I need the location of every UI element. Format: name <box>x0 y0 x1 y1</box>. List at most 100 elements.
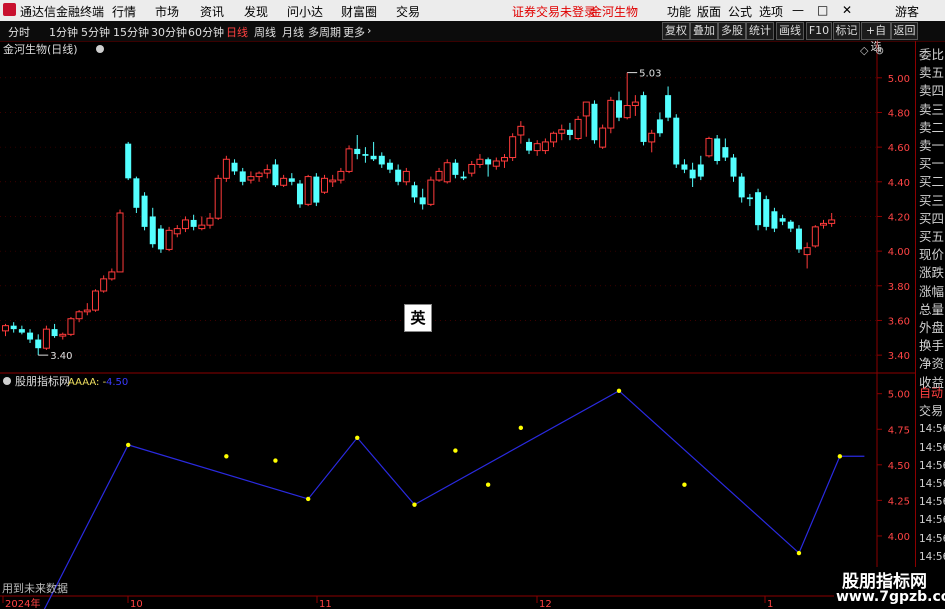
menu-item-discover[interactable]: 发现 <box>244 3 268 20</box>
indicator-vertex-point[interactable] <box>796 550 802 556</box>
candle-body[interactable] <box>141 195 148 227</box>
settings-icon[interactable]: ◇ <box>860 44 869 57</box>
candle-body[interactable] <box>828 219 836 224</box>
candle-body[interactable] <box>362 154 369 156</box>
candle-body[interactable] <box>133 178 140 208</box>
candle-body[interactable] <box>443 162 451 183</box>
add-watchlist-button[interactable]: +自选 <box>861 22 891 53</box>
candle-body[interactable] <box>337 170 345 181</box>
candle-body[interactable] <box>755 192 762 226</box>
period-weekly[interactable]: 周线 <box>254 24 276 40</box>
period-monthly[interactable]: 月线 <box>282 24 304 40</box>
candle-body[interactable] <box>500 157 508 162</box>
indicator-vertex-point[interactable] <box>305 496 311 502</box>
indicator-dot[interactable] <box>518 425 524 431</box>
candle-body[interactable] <box>460 176 467 179</box>
trade-tab-label[interactable]: 自动 <box>919 384 945 402</box>
candle-body[interactable] <box>181 219 189 230</box>
candle-body[interactable] <box>10 325 17 330</box>
candle-body[interactable] <box>730 157 737 177</box>
candle-body[interactable] <box>533 143 541 152</box>
kline-chart[interactable]: 5.00 4.80 4.60 4.40 4.20 4.00 3.80 3.60 3.40 5.0… <box>0 41 915 609</box>
candle-body[interactable] <box>787 221 794 229</box>
candle-body[interactable] <box>378 155 385 165</box>
candle-body[interactable] <box>665 95 672 118</box>
candle-body[interactable] <box>91 290 99 311</box>
login-notice[interactable]: 证券交易未登录 <box>512 3 596 20</box>
candle-body[interactable] <box>27 332 34 340</box>
candle-body[interactable] <box>75 311 83 320</box>
candle-body[interactable] <box>272 164 279 186</box>
multi-stock-button[interactable]: 多股 <box>718 22 746 40</box>
indicator-dot[interactable] <box>224 454 229 459</box>
menu-item-wealth[interactable]: 财富圈 <box>341 3 377 20</box>
menu-item-function[interactable]: 功能 <box>667 3 691 20</box>
candle-body[interactable] <box>738 176 745 198</box>
candle-body[interactable] <box>321 177 329 193</box>
period-30min[interactable]: 30分钟 <box>151 24 187 40</box>
candle-body[interactable] <box>681 164 688 170</box>
candle-body[interactable] <box>697 164 704 177</box>
candle-body[interactable] <box>296 183 303 205</box>
candle-body[interactable] <box>108 271 116 280</box>
candle-body[interactable] <box>689 169 696 179</box>
indicator-dot[interactable] <box>485 482 491 487</box>
menu-item-trade[interactable]: 交易 <box>396 3 420 20</box>
maximize-button[interactable]: □ <box>817 3 828 17</box>
candle-body[interactable] <box>435 170 443 181</box>
candle-body[interactable] <box>83 309 91 313</box>
candle-body[interactable] <box>247 176 255 181</box>
candle-body[interactable] <box>623 105 631 119</box>
candle-body[interactable] <box>67 318 75 335</box>
candle-body[interactable] <box>550 132 558 143</box>
period-5min[interactable]: 5分钟 <box>81 24 110 40</box>
menu-item-ask[interactable]: 问小达 <box>287 3 323 20</box>
period-daily[interactable]: 日线 <box>226 24 248 40</box>
candle-body[interactable] <box>100 278 108 292</box>
candle-body[interactable] <box>222 158 230 179</box>
candle-body[interactable] <box>59 333 67 337</box>
candle-body[interactable] <box>705 137 713 157</box>
candle-body[interactable] <box>607 99 615 129</box>
restore-rights-button[interactable]: 复权 <box>662 22 690 40</box>
candle-body[interactable] <box>288 178 295 182</box>
candle-body[interactable] <box>173 228 181 235</box>
candle-body[interactable] <box>746 197 753 200</box>
candle-body[interactable] <box>231 162 238 172</box>
indicator-vertex-point[interactable] <box>355 435 360 440</box>
candle-body[interactable] <box>370 155 377 160</box>
candle-body[interactable] <box>345 148 353 172</box>
indicator-menu-icon[interactable] <box>3 377 11 385</box>
candle-body[interactable] <box>517 125 525 136</box>
candle-body[interactable] <box>427 179 435 205</box>
close-button[interactable]: ✕ <box>842 3 852 17</box>
statistics-button[interactable]: 统计 <box>746 22 774 40</box>
candle-body[interactable] <box>648 132 656 143</box>
minimize-button[interactable]: — <box>792 3 804 17</box>
candle-body[interactable] <box>263 169 271 174</box>
candle-body[interactable] <box>419 197 426 205</box>
period-multi[interactable]: 多周期 <box>308 24 341 40</box>
candle-body[interactable] <box>468 163 476 174</box>
candle-body[interactable] <box>566 129 573 135</box>
candle-body[interactable] <box>386 162 393 170</box>
candle-body[interactable] <box>51 329 58 337</box>
candle-body[interactable] <box>411 185 418 198</box>
menu-item-options[interactable]: 选项 <box>759 3 783 20</box>
candle-body[interactable] <box>2 325 9 332</box>
trade-tab-label[interactable]: 交易 <box>919 402 945 420</box>
candle-body[interactable] <box>779 218 786 222</box>
panel-menu-icon[interactable] <box>96 45 104 53</box>
candle-body[interactable] <box>673 117 680 165</box>
candle-body[interactable] <box>35 339 42 349</box>
candle-body[interactable] <box>149 216 156 245</box>
period-more[interactable]: 更多 <box>343 24 365 40</box>
indicator-dot[interactable] <box>682 482 687 487</box>
mark-button[interactable]: 标记 <box>833 22 860 40</box>
candle-body[interactable] <box>18 329 25 333</box>
candle-body[interactable] <box>582 101 590 117</box>
indicator-dot[interactable] <box>453 448 458 453</box>
candle-body[interactable] <box>395 169 402 182</box>
candle-body[interactable] <box>42 328 50 349</box>
back-button[interactable]: 返回 <box>891 22 918 40</box>
